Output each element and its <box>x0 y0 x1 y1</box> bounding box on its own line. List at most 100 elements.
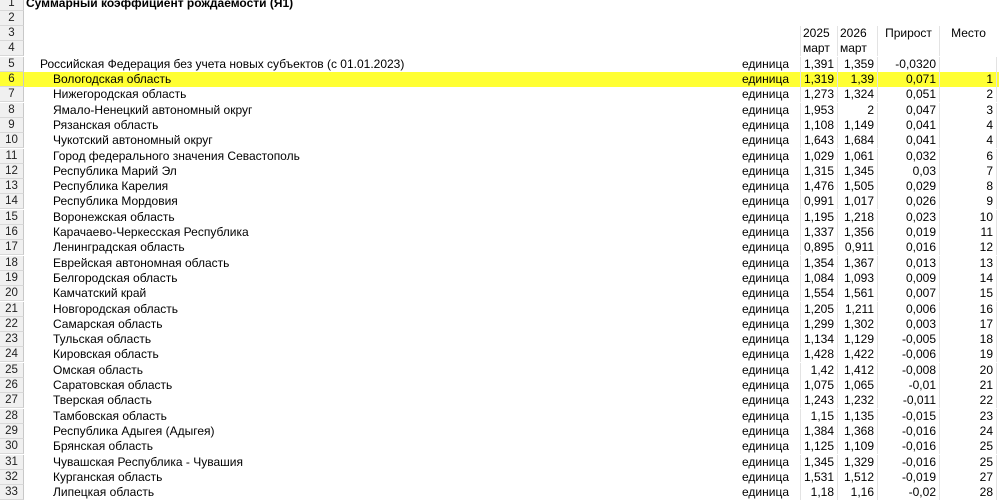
row-number[interactable]: 5 <box>0 57 24 72</box>
growth-value[interactable]: 0,019 <box>878 225 940 240</box>
value-2026[interactable]: 1,422 <box>838 347 878 363</box>
growth-value[interactable]: 0,051 <box>878 87 940 103</box>
growth-value[interactable]: 0,071 <box>878 72 940 87</box>
unit-cell[interactable]: единица <box>742 409 800 424</box>
row-number[interactable]: 27 <box>0 393 24 409</box>
value-2026[interactable]: 1,561 <box>838 286 878 302</box>
row-number[interactable]: 12 <box>0 163 24 179</box>
growth-value[interactable]: -0,015 <box>878 408 940 424</box>
row-number[interactable]: 20 <box>0 286 24 302</box>
year-2025-header[interactable]: 2025 <box>800 26 838 41</box>
growth-value[interactable]: 0,013 <box>878 255 940 271</box>
row-number[interactable]: 7 <box>0 87 24 103</box>
place-value[interactable]: 14 <box>940 270 997 286</box>
row-number[interactable]: 28 <box>0 408 24 424</box>
region-name[interactable]: Липецкая область <box>26 485 741 500</box>
place-value[interactable]: 4 <box>940 133 997 149</box>
unit-cell[interactable]: единица <box>742 72 800 87</box>
place-value[interactable]: 12 <box>940 240 997 256</box>
place-value[interactable]: 27 <box>940 469 997 485</box>
unit-cell[interactable]: единица <box>742 485 800 500</box>
row-number[interactable]: 17 <box>0 240 24 256</box>
region-name[interactable]: Город федерального значения Севастополь <box>26 149 741 164</box>
unit-cell[interactable]: единица <box>742 149 800 164</box>
growth-header[interactable]: Прирост <box>878 26 940 41</box>
growth-value[interactable]: -0,011 <box>878 393 940 409</box>
region-name[interactable]: Республика Марий Эл <box>26 164 741 179</box>
place-value[interactable]: 25 <box>940 439 997 455</box>
region-name[interactable]: Вологодская область <box>26 72 741 87</box>
region-name[interactable]: Республика Карелия <box>26 179 741 194</box>
row-number[interactable]: 23 <box>0 332 24 348</box>
value-2025[interactable]: 1,18 <box>800 485 838 501</box>
row-number[interactable]: 4 <box>0 41 24 56</box>
value-2026[interactable]: 1,135 <box>838 408 878 424</box>
unit-cell[interactable]: единица <box>742 133 800 148</box>
growth-value[interactable]: -0,008 <box>878 362 940 378</box>
value-2026[interactable]: 1,017 <box>838 194 878 210</box>
row-number[interactable]: 2 <box>0 11 24 26</box>
value-2025[interactable]: 0,991 <box>800 194 838 210</box>
row-number[interactable]: 18 <box>0 255 24 271</box>
place-value[interactable]: 20 <box>940 362 997 378</box>
value-2026[interactable]: 1,232 <box>838 393 878 409</box>
row-number[interactable]: 10 <box>0 133 24 149</box>
place-value[interactable]: 11 <box>940 225 997 240</box>
value-2025[interactable]: 1,125 <box>800 439 838 455</box>
place-value[interactable]: 4 <box>940 117 997 133</box>
growth-value[interactable]: 0,026 <box>878 194 940 210</box>
region-name[interactable]: Ямало-Ненецкий автономный округ <box>26 103 741 118</box>
unit-cell[interactable]: единица <box>742 286 800 301</box>
value-2025[interactable]: 1,273 <box>800 87 838 103</box>
value-2025[interactable]: 1,42 <box>800 362 838 378</box>
growth-value[interactable]: 0,032 <box>878 148 940 164</box>
region-name[interactable]: Кировская область <box>26 347 741 362</box>
value-2026[interactable]: 1,218 <box>838 209 878 225</box>
region-name[interactable]: Нижегородская область <box>26 87 741 102</box>
value-2025[interactable]: 1,029 <box>800 148 838 164</box>
growth-value[interactable]: -0,0320 <box>878 57 940 72</box>
value-2026[interactable]: 1,345 <box>838 163 878 179</box>
growth-value[interactable]: 0,003 <box>878 316 940 332</box>
place-value[interactable]: 23 <box>940 408 997 424</box>
row-number[interactable]: 8 <box>0 102 24 118</box>
value-2025[interactable]: 1,205 <box>800 301 838 317</box>
region-name[interactable]: Республика Мордовия <box>26 194 741 209</box>
place-value[interactable]: 16 <box>940 301 997 317</box>
unit-cell[interactable]: единица <box>742 439 800 454</box>
value-2025[interactable]: 1,345 <box>800 454 838 470</box>
region-name[interactable]: Камчатский край <box>26 286 741 301</box>
place-value[interactable]: 15 <box>940 286 997 302</box>
growth-value[interactable]: 0,016 <box>878 240 940 256</box>
region-name[interactable]: Самарская область <box>26 317 741 332</box>
place-value[interactable]: 2 <box>940 87 997 103</box>
value-2026[interactable]: 1,367 <box>838 255 878 271</box>
unit-cell[interactable]: единица <box>742 271 800 286</box>
unit-cell[interactable]: единица <box>742 225 800 240</box>
growth-value[interactable]: -0,006 <box>878 347 940 363</box>
region-name[interactable]: Тамбовская область <box>26 409 741 424</box>
row-number[interactable]: 26 <box>0 378 24 393</box>
growth-value[interactable]: -0,02 <box>878 485 940 501</box>
place-value[interactable]: 25 <box>940 454 997 470</box>
value-2025[interactable]: 1,391 <box>800 57 838 72</box>
place-value[interactable]: 7 <box>940 163 997 179</box>
growth-value[interactable]: -0,016 <box>878 423 940 439</box>
row-number[interactable]: 19 <box>0 270 24 286</box>
month-2025-header[interactable]: март <box>800 41 838 56</box>
row-number[interactable]: 11 <box>0 148 24 164</box>
unit-cell[interactable]: единица <box>742 118 800 133</box>
unit-cell[interactable]: единица <box>742 378 800 393</box>
growth-value[interactable]: 0,041 <box>878 133 940 149</box>
row-number[interactable]: 6 <box>0 72 24 87</box>
value-2025[interactable]: 1,354 <box>800 255 838 271</box>
place-value[interactable]: 10 <box>940 209 997 225</box>
row-number[interactable]: 16 <box>0 225 24 240</box>
growth-value[interactable]: -0,005 <box>878 332 940 348</box>
row-number[interactable]: 32 <box>0 469 24 485</box>
unit-cell[interactable]: единица <box>742 302 800 317</box>
region-name[interactable]: Ленинградская область <box>26 240 741 255</box>
place-value[interactable]: 13 <box>940 255 997 271</box>
unit-cell[interactable]: единица <box>742 164 800 179</box>
row-number[interactable]: 9 <box>0 117 24 133</box>
